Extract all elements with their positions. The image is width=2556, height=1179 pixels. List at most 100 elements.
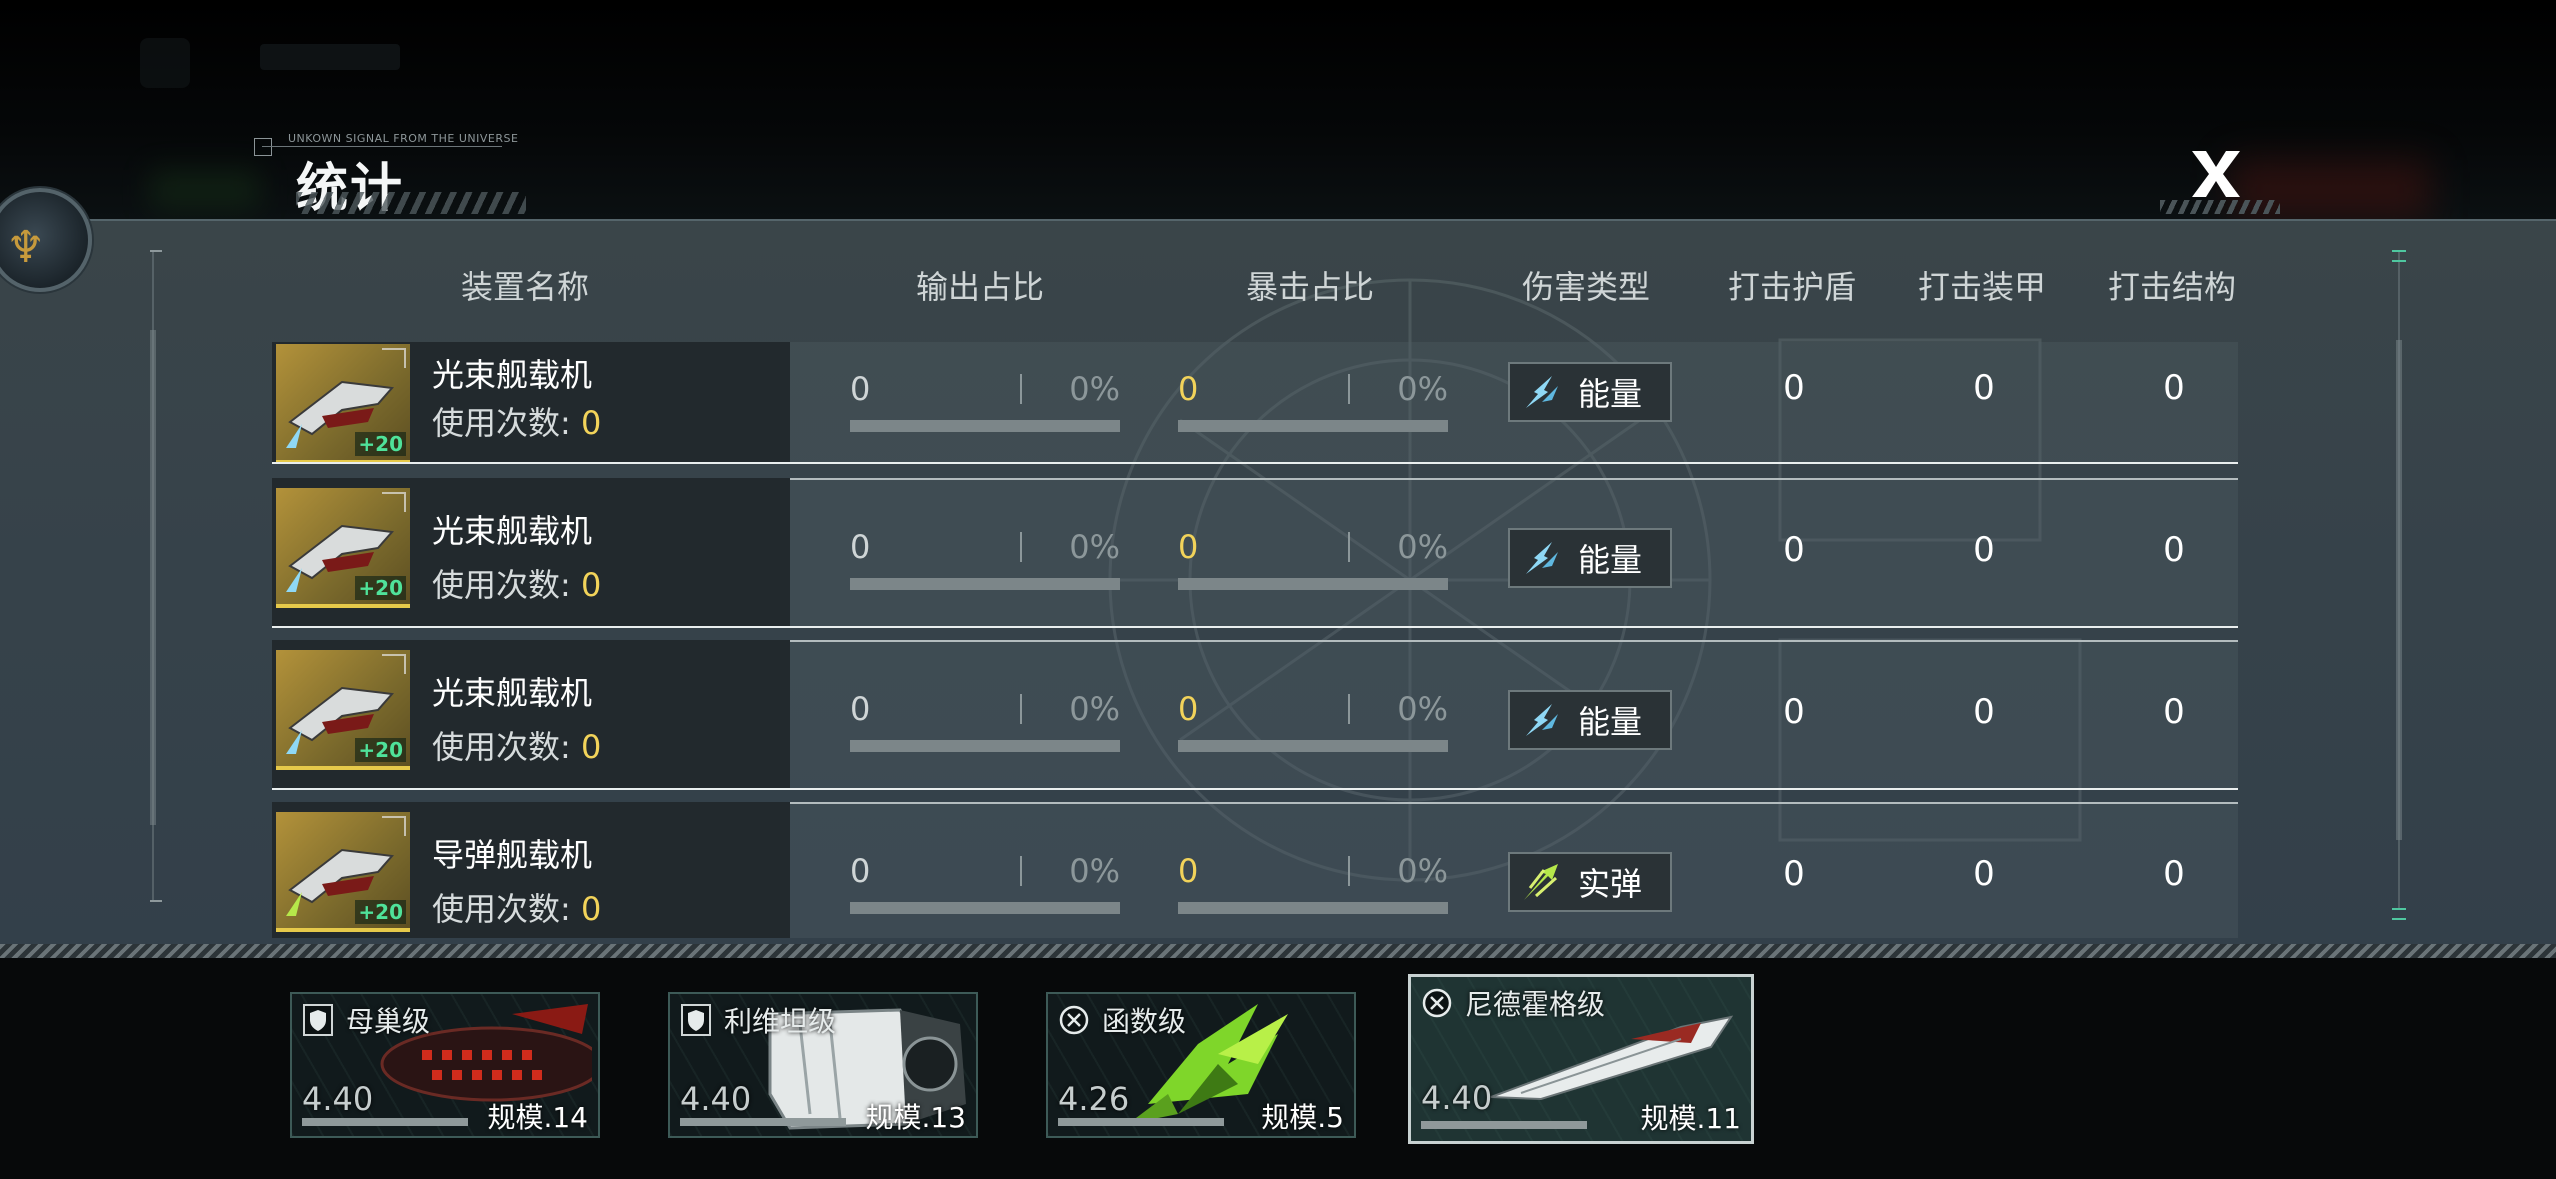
bar-separator: [1348, 694, 1350, 724]
equipment-name: 导弹舰载机: [432, 836, 593, 874]
ship-rating: 4.26: [1058, 1080, 1130, 1118]
use-count: 使用次数: 0: [432, 398, 601, 444]
structure-hit-value: 0: [2163, 854, 2185, 894]
bar-separator: [1348, 532, 1350, 562]
bar-separator: [1020, 856, 1022, 886]
output-share: 0 0%: [850, 528, 1120, 590]
bar-separator: [1020, 694, 1022, 724]
structure-hit-value: 0: [2163, 368, 2185, 408]
ship-card[interactable]: 母巢级 4.40 规模.14: [290, 992, 600, 1138]
energy-icon: [1520, 370, 1564, 414]
crit-value: 0: [1178, 528, 1199, 566]
use-count-label: 使用次数:: [432, 404, 581, 442]
column-header-shield-hit: 打击护盾: [1727, 268, 1857, 306]
ship-name: 尼德霍格级: [1465, 988, 1606, 1021]
ship-rating: 4.40: [302, 1080, 374, 1118]
output-share: 0 0%: [850, 370, 1120, 432]
ship-rating-bar: [1421, 1121, 1587, 1129]
crit-percent: 0%: [1397, 528, 1448, 566]
armor-hit-value: 0: [1973, 530, 1995, 570]
damage-type-label: 实弹: [1578, 865, 1643, 903]
use-count-value: 0: [580, 890, 602, 928]
kinetic-icon: [1520, 860, 1564, 904]
use-count: 使用次数: 0: [432, 560, 601, 606]
output-bar: [850, 578, 1120, 590]
bar-separator: [1020, 374, 1022, 404]
damage-type-badge: 能量: [1508, 362, 1672, 422]
armor-hit-value: 0: [1973, 854, 1995, 894]
ship-name: 母巢级: [346, 1005, 431, 1038]
shield-hit-value: 0: [1783, 854, 1805, 894]
output-value: 0: [850, 370, 871, 408]
level-badge: +20: [355, 432, 406, 456]
table-row[interactable]: +20 光束舰载机 使用次数: 0 0 0% 0 0% 能量 0 0 0: [272, 342, 2238, 464]
shield-hit-value: 0: [1783, 368, 1805, 408]
use-count-label: 使用次数:: [432, 890, 581, 928]
use-count-value: 0: [580, 566, 602, 604]
use-count-value: 0: [580, 728, 602, 766]
output-share: 0 0%: [850, 852, 1120, 914]
ship-card[interactable]: 函数级 4.26 规模.5: [1046, 992, 1356, 1138]
thumbnail-corner: [382, 816, 406, 836]
table-row[interactable]: +20 光束舰载机 使用次数: 0 0 0% 0 0% 能量 0 0 0: [272, 478, 2238, 628]
use-count: 使用次数: 0: [432, 722, 601, 768]
background-logo: [140, 38, 190, 88]
row-divider: [272, 788, 2238, 790]
ship-rating-bar: [302, 1118, 468, 1126]
ship-scale: 规模.11: [1640, 1102, 1741, 1135]
crit-percent: 0%: [1397, 852, 1448, 890]
scrollbar[interactable]: [150, 330, 156, 825]
armor-hit-value: 0: [1973, 692, 1995, 732]
crit-share: 0 0%: [1178, 370, 1448, 432]
rail-marker: [2392, 250, 2406, 262]
bar-separator: [1020, 532, 1022, 562]
use-count: 使用次数: 0: [432, 884, 601, 930]
crit-percent: 0%: [1397, 370, 1448, 408]
shield-hit-value: 0: [1783, 530, 1805, 570]
ship-scale: 规模.13: [865, 1101, 966, 1134]
ship-card[interactable]: 利维坦级 4.40 规模.13: [668, 992, 978, 1138]
crit-percent: 0%: [1397, 690, 1448, 728]
output-bar: [850, 902, 1120, 914]
title-decoration: [296, 192, 526, 214]
close-button[interactable]: [2188, 146, 2244, 202]
equipment-thumbnail: +20: [276, 344, 410, 464]
bar-separator: [1348, 374, 1350, 404]
ship-rating-bar: [1058, 1118, 1224, 1126]
ship-scale: 规模.14: [487, 1101, 588, 1134]
crit-share: 0 0%: [1178, 852, 1448, 914]
structure-hit-value: 0: [2163, 692, 2185, 732]
ship-rating: 4.40: [1421, 1079, 1493, 1117]
background-blur: [150, 170, 260, 210]
scrollbar-right[interactable]: [2396, 340, 2402, 840]
output-value: 0: [850, 528, 871, 566]
ship-rating: 4.40: [680, 1080, 752, 1118]
shield-icon: [678, 1002, 714, 1038]
table-row[interactable]: +20 导弹舰载机 使用次数: 0 0 0% 0 0% 实弹 0 0 0: [272, 802, 2238, 938]
output-share: 0 0%: [850, 690, 1120, 752]
equipment-thumbnail: +20: [276, 812, 410, 932]
column-header-name: 装置名称: [460, 268, 590, 306]
column-header-structure-hit: 打击结构: [2107, 268, 2237, 306]
equipment-thumbnail: +20: [276, 488, 410, 608]
ship-name: 利维坦级: [724, 1005, 837, 1038]
crit-share: 0 0%: [1178, 690, 1448, 752]
close-decoration: [2160, 200, 2280, 214]
level-badge: +20: [355, 738, 406, 762]
shield-hit-value: 0: [1783, 692, 1805, 732]
energy-icon: [1520, 536, 1564, 580]
crit-bar: [1178, 578, 1448, 590]
output-percent: 0%: [1069, 370, 1120, 408]
damage-type-badge: 能量: [1508, 528, 1672, 588]
row-divider: [272, 462, 2238, 464]
ship-card-selected[interactable]: 尼德霍格级 4.40 规模.11: [1408, 974, 1754, 1144]
use-count-label: 使用次数:: [432, 566, 581, 604]
damage-type-label: 能量: [1578, 375, 1643, 413]
table-row[interactable]: +20 光束舰载机 使用次数: 0 0 0% 0 0% 能量 0 0 0: [272, 640, 2238, 790]
header-signal-text: UNKOWN SIGNAL FROM THE UNIVERSE: [288, 132, 519, 145]
close-icon: [2192, 151, 2240, 197]
crit-value: 0: [1178, 852, 1199, 890]
rail-tick: [150, 250, 162, 252]
output-value: 0: [850, 690, 871, 728]
background-text: [260, 44, 400, 70]
